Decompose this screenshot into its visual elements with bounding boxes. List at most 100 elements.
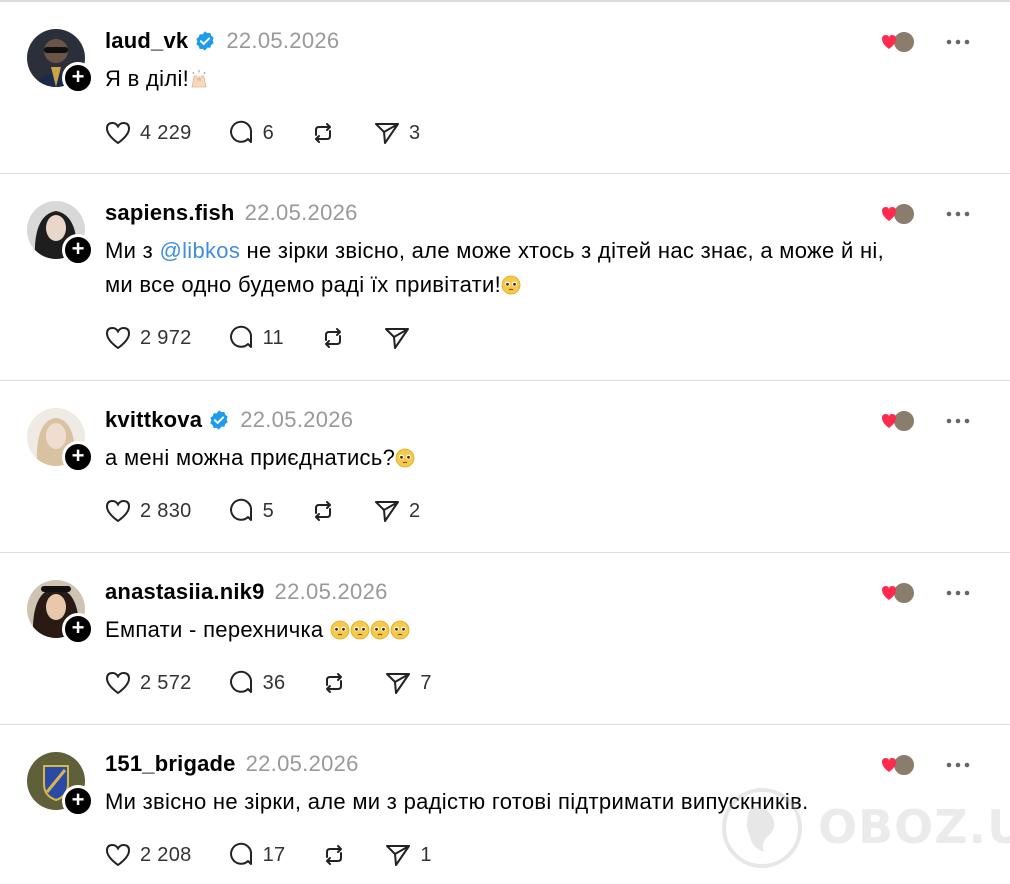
like-count: 2 572: [140, 671, 192, 694]
post-sapiens-fish: + sapiens.fish 22.05.2026 Ми з @libkos н…: [0, 174, 1010, 381]
liked-by-avatars-icon[interactable]: [876, 580, 918, 608]
reply-button[interactable]: 17: [226, 840, 286, 870]
heart-icon: [105, 326, 131, 350]
post-text: Емпати - перехничка: [105, 613, 985, 647]
reply-count: 5: [262, 499, 274, 522]
pleading-face-icon: [390, 620, 410, 640]
repost-icon: [315, 501, 331, 521]
post-text-content: Ми з: [105, 238, 160, 263]
share-button[interactable]: 3: [372, 118, 420, 148]
repost-button[interactable]: [319, 840, 349, 870]
more-options-icon[interactable]: [942, 202, 974, 226]
follow-button[interactable]: +: [62, 62, 94, 94]
liked-by-avatars-icon[interactable]: [876, 408, 918, 436]
repost-icon: [324, 328, 341, 348]
more-options-icon[interactable]: [942, 753, 974, 777]
repost-button[interactable]: [308, 118, 338, 148]
verified-badge-icon: [210, 410, 228, 430]
reply-count: 17: [262, 843, 286, 866]
like-button[interactable]: 2 208: [103, 840, 192, 870]
repost-icon: [326, 845, 343, 865]
more-options-icon[interactable]: [942, 30, 974, 54]
more-options-icon[interactable]: [942, 409, 974, 433]
send-icon: [375, 123, 399, 144]
comment-icon: [229, 120, 252, 143]
post-text-content: не зірки звісно, але може хтось з дітей …: [240, 238, 885, 263]
like-button[interactable]: 2 572: [103, 668, 192, 698]
follow-button[interactable]: +: [62, 613, 94, 645]
follow-button[interactable]: +: [62, 785, 94, 817]
raising-hands-icon: [191, 70, 207, 88]
pleading-face-icon: [330, 620, 350, 640]
post-date: 22.05.2026: [226, 28, 340, 53]
pleading-face-icon: [350, 620, 370, 640]
heart-icon: [105, 843, 131, 867]
repost-button[interactable]: [308, 496, 338, 526]
repost-icon: [326, 673, 343, 693]
like-count: 4 229: [140, 121, 192, 144]
comment-icon: [229, 842, 252, 865]
username[interactable]: sapiens.fish: [105, 200, 235, 226]
username[interactable]: anastasiia.nik9: [105, 579, 265, 605]
follow-button[interactable]: +: [62, 441, 94, 473]
heart-icon: [105, 499, 131, 523]
verified-badge-icon: [196, 31, 214, 51]
post-text-content: ми все одно будемо раді їх привітати!: [105, 272, 502, 297]
post-text-content: Я в ділі!: [105, 66, 190, 91]
post-text-content: Емпати - перехничка: [105, 617, 330, 642]
send-icon: [386, 673, 411, 694]
more-options-icon[interactable]: [942, 581, 974, 605]
post-text: Ми з @libkos не зірки звісно, але може х…: [105, 234, 985, 302]
username[interactable]: kvittkova: [105, 407, 202, 433]
post-anastasiia-nik9: + anastasiia.nik9 22.05.2026 Емпати - пе…: [0, 553, 1010, 725]
send-icon: [386, 845, 411, 866]
watermark-text: OBOZ.UA: [818, 800, 1010, 854]
watermark: OBOZ.UA: [720, 788, 1010, 870]
heart-icon: [105, 671, 131, 695]
pleading-face-icon: [501, 275, 521, 295]
reply-button[interactable]: 6: [226, 118, 274, 148]
reply-button[interactable]: 5: [226, 496, 274, 526]
reply-button[interactable]: 11: [226, 323, 284, 353]
repost-icon: [315, 123, 331, 143]
post-text: а мені можна приєднатись?: [105, 441, 985, 475]
liked-by-avatars-icon[interactable]: [876, 201, 918, 229]
comment-icon: [229, 498, 252, 521]
mention-link[interactable]: @libkos: [159, 238, 240, 263]
post-kvittkova: + kvittkova 22.05.2026 а мені можна приє…: [0, 381, 1010, 553]
globe-logo-icon: [722, 788, 802, 868]
post-date: 22.05.2026: [245, 751, 359, 776]
username[interactable]: laud_vk: [105, 28, 188, 54]
share-button[interactable]: 1: [383, 840, 432, 870]
like-count: 2 208: [140, 843, 192, 866]
post-text-content: а мені можна приєднатись?: [105, 445, 396, 470]
post-date: 22.05.2026: [244, 200, 358, 225]
share-count: 3: [409, 121, 421, 144]
like-button[interactable]: 4 229: [103, 118, 192, 148]
post-laud-vk: + laud_vk 22.05.2026 Я в ділі! 4 229 6 3: [0, 2, 1010, 174]
like-count: 2 830: [140, 499, 192, 522]
like-button[interactable]: 2 830: [103, 496, 192, 526]
post-date: 22.05.2026: [274, 579, 388, 604]
comment-icon: [229, 325, 252, 348]
share-button[interactable]: 7: [383, 668, 432, 698]
liked-by-avatars-icon[interactable]: [876, 29, 918, 57]
like-button[interactable]: 2 972: [103, 323, 192, 353]
reply-count: 11: [262, 326, 284, 349]
pleading-face-icon: [395, 448, 415, 468]
heart-icon: [105, 121, 131, 145]
follow-button[interactable]: +: [62, 234, 94, 266]
share-count: 7: [420, 671, 432, 694]
post-text-content: Ми звісно не зірки, але ми з радістю гот…: [105, 789, 809, 814]
send-icon: [384, 328, 409, 349]
pleading-face-icon: [370, 620, 390, 640]
repost-button[interactable]: [319, 668, 349, 698]
liked-by-avatars-icon[interactable]: [876, 752, 918, 780]
share-button[interactable]: 2: [372, 496, 420, 526]
send-icon: [375, 501, 399, 522]
reply-button[interactable]: 36: [226, 668, 286, 698]
repost-button[interactable]: [318, 323, 348, 353]
comment-icon: [229, 670, 252, 693]
share-button[interactable]: [382, 323, 412, 353]
username[interactable]: 151_brigade: [105, 751, 236, 777]
